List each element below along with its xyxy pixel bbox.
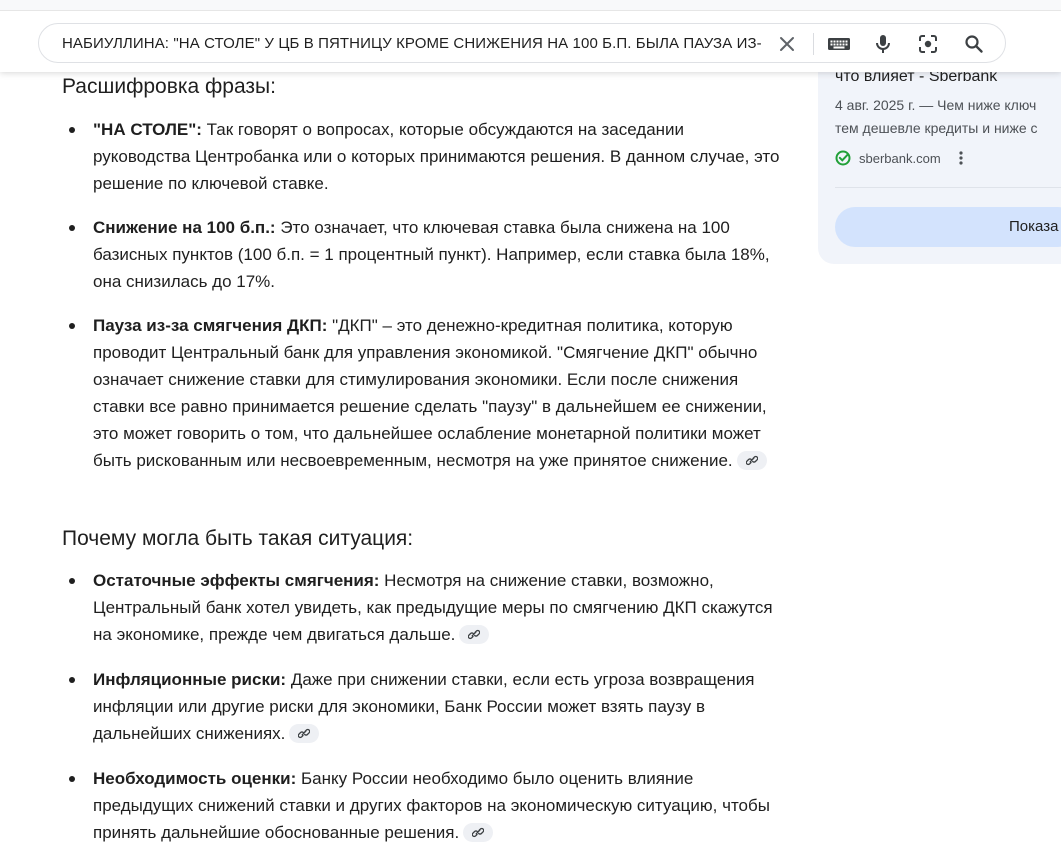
source-snippet: 4 авг. 2025 г. — Чем ниже ключ тем дешев… — [835, 94, 1061, 140]
section-heading: Почему могла быть такая ситуация: — [62, 527, 414, 550]
item-term: Снижение на 100 б.п.: — [93, 218, 276, 237]
item-term: Пауза из-за смягчения ДКП: — [93, 316, 328, 335]
list-item: "НА СТОЛЕ": Так говорят о вопросах, кото… — [62, 116, 782, 197]
search-header: НАБИУЛЛИНА: "НА СТОЛЕ" У ЦБ В ПЯТНИЦУ КР… — [0, 0, 1061, 72]
search-icon[interactable] — [962, 32, 986, 56]
more-options-icon[interactable] — [955, 150, 967, 166]
reasons-list: Остаточные эффекты смягчения: Несмотря н… — [62, 567, 782, 846]
snippet-line: тем дешевле кредиты и ниже с — [835, 120, 1038, 136]
item-term: Инфляционные риски: — [93, 670, 287, 689]
card-divider — [835, 187, 1061, 188]
microphone-icon[interactable] — [871, 32, 895, 56]
close-icon[interactable] — [775, 32, 799, 56]
list-item: Пауза из-за смягчения ДКП: "ДКП" – это д… — [62, 312, 782, 474]
item-text: "ДКП" – это денежно-кредитная политика, … — [93, 316, 767, 470]
section-heading: Расшифровка фразы: — [62, 75, 276, 98]
search-divider — [813, 33, 814, 55]
show-all-label: Показа — [1009, 218, 1059, 235]
snippet-line: 4 авг. 2025 г. — Чем ниже ключ — [835, 97, 1037, 113]
list-item: Снижение на 100 б.п.: Это означает, что … — [62, 214, 782, 295]
show-all-button[interactable]: Показа — [835, 207, 1061, 247]
phrase-breakdown-list: "НА СТОЛЕ": Так говорят о вопросах, кото… — [62, 116, 782, 474]
list-item: Необходимость оценки: Банку России необх… — [62, 765, 782, 846]
search-input[interactable]: НАБИУЛЛИНА: "НА СТОЛЕ" У ЦБ В ПЯТНИЦУ КР… — [62, 35, 772, 52]
source-link-icon[interactable] — [736, 451, 767, 471]
list-item: Остаточные эффекты смягчения: Несмотря н… — [62, 567, 782, 648]
search-box[interactable]: НАБИУЛЛИНА: "НА СТОЛЕ" У ЦБ В ПЯТНИЦУ КР… — [38, 23, 1006, 63]
source-domain: sberbank.com — [859, 150, 941, 166]
sberbank-favicon-icon — [835, 150, 851, 166]
source-link-icon[interactable] — [463, 823, 494, 843]
browser-strip — [0, 0, 1061, 11]
source-link-icon[interactable] — [459, 625, 490, 645]
keyboard-icon[interactable] — [827, 32, 851, 56]
list-item: Инфляционные риски: Даже при снижении ст… — [62, 666, 782, 747]
lens-icon[interactable] — [916, 32, 940, 56]
source-site[interactable]: sberbank.com — [835, 148, 967, 168]
source-link-icon[interactable] — [289, 724, 320, 744]
item-term: Необходимость оценки: — [93, 769, 297, 788]
item-term: Остаточные эффекты смягчения: — [93, 571, 380, 590]
item-term: "НА СТОЛЕ": — [93, 120, 202, 139]
source-card[interactable]: что влияет - Sberbank 4 авг. 2025 г. — Ч… — [818, 40, 1061, 264]
